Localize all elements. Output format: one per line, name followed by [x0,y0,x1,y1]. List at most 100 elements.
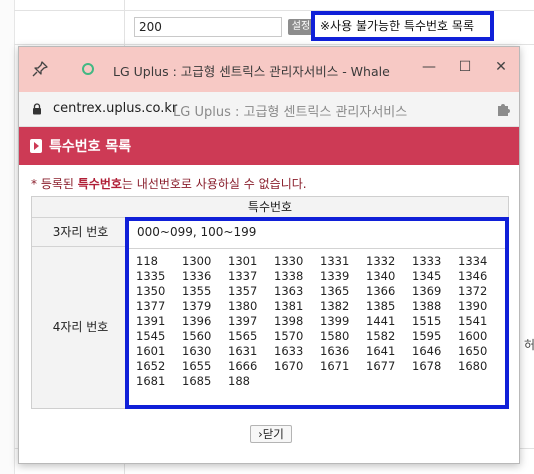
special-number-item: 1580 [320,329,350,343]
dialog-header: 특수번호 목록 [19,127,519,165]
background-left-strip [0,0,15,474]
special-number-item: 1671 [320,359,350,373]
special-number-item: 1630 [182,344,212,358]
dialog-title: 특수번호 목록 [49,139,132,155]
minimize-button[interactable]: — [417,55,441,79]
special-number-item: 1441 [366,314,396,328]
row-label-3digit: 3자리 번호 [32,218,130,247]
special-number-item: 1545 [136,329,166,343]
special-number-item: 1300 [182,254,212,268]
table-header: 특수번호 [32,197,508,218]
special-number-item: 1681 [136,374,166,388]
special-number-item: 1339 [320,269,350,283]
row-3digit-values: 000~099, 100~199 [137,225,257,239]
popup-window: LG Uplus : 고급형 센트릭스 관리자서비스 - Whale — ☐ ✕… [18,46,520,464]
address-bar[interactable]: centrex.uplus.co.kr LG Uplus : 고급형 센트릭스 … [19,92,519,127]
special-number-item: 1655 [182,359,212,373]
extension-puzzle-icon[interactable] [495,101,511,117]
special-number-item: 1330 [274,254,304,268]
special-number-item: 1382 [320,299,350,313]
notice-prefix: * 등록된 [31,177,78,191]
special-number-item: 1399 [320,314,350,328]
close-button[interactable]: ›닫기 [250,425,292,443]
address-host: centrex.uplus.co.kr [53,101,178,116]
special-number-item: 1337 [228,269,258,283]
special-number-item: 1652 [136,359,166,373]
notice-suffix: 는 내선번호로 사용하실 수 없습니다. [121,177,307,191]
lock-icon [33,103,41,115]
pin-icon[interactable] [31,60,49,78]
special-number-item: 1338 [274,269,304,283]
row-label-4digit: 4자리 번호 [32,247,130,408]
special-number-item: 1565 [228,329,258,343]
special-number-item: 1381 [274,299,304,313]
special-number-item: 1379 [182,299,212,313]
special-number-item: 1636 [320,344,350,358]
special-number-item: 1369 [412,284,442,298]
special-number-item: 1396 [182,314,212,328]
special-number-item: 1666 [228,359,258,373]
special-number-item: 1670 [274,359,304,373]
special-number-item: 1633 [274,344,304,358]
maximize-button[interactable]: ☐ [453,55,477,79]
arrow-box-icon [30,139,42,153]
special-number-item: 1372 [458,284,488,298]
special-number-item: 1333 [412,254,442,268]
special-number-item: 1398 [274,314,304,328]
special-number-item: 1335 [136,269,166,283]
background-side-text: 허 [524,338,534,352]
special-number-item: 1570 [274,329,304,343]
special-number-item: 1340 [366,269,396,283]
whale-logo-icon [82,63,94,75]
special-number-item: 1678 [412,359,442,373]
special-number-item: 1331 [320,254,350,268]
special-number-item: 1685 [182,374,212,388]
special-number-item: 1677 [366,359,396,373]
special-number-item: 1346 [458,269,488,283]
special-number-item: 1377 [136,299,166,313]
notice-bold: 특수번호 [77,177,122,191]
window-titlebar[interactable]: LG Uplus : 고급형 센트릭스 관리자서비스 - Whale — ☐ ✕ [19,47,519,92]
special-number-item: 1334 [458,254,488,268]
window-title: LG Uplus : 고급형 센트릭스 관리자서비스 - Whale [113,64,390,79]
special-number-item: 1355 [182,284,212,298]
special-numbers-link[interactable]: ※사용 불가능한 특수번호 목록 [311,11,494,41]
special-number-item: 1390 [458,299,488,313]
special-number-item: 1385 [366,299,396,313]
special-number-item: 1345 [412,269,442,283]
special-number-item: 188 [228,374,250,388]
close-window-button[interactable]: ✕ [489,55,513,79]
special-number-item: 1365 [320,284,350,298]
row-4digit-values: 118 1300 1301 1330 1331 1332 1333 1334 1335 1336 1… [136,254,504,389]
special-number-item: 118 [136,254,158,268]
special-number-item: 1366 [366,284,396,298]
special-number-item: 1515 [412,314,442,328]
special-number-item: 1560 [182,329,212,343]
special-number-item: 1631 [228,344,258,358]
special-numbers-highlight: 000~099, 100~199 118 1300 1301 1330 1331 1332… [125,217,509,409]
special-number-item: 1541 [458,314,488,328]
background-row-line [14,44,534,45]
row-divider [129,248,505,249]
special-number-item: 1380 [228,299,258,313]
special-number-item: 1650 [458,344,488,358]
special-number-item: 1595 [412,329,442,343]
special-number-item: 1582 [366,329,396,343]
special-number-item: 1641 [366,344,396,358]
special-number-item: 1332 [366,254,396,268]
special-number-item: 1388 [412,299,442,313]
special-number-item: 1350 [136,284,166,298]
notice-text: * 등록된 특수번호는 내선번호로 사용하실 수 없습니다. [31,175,307,192]
special-number-item: 1357 [228,284,258,298]
special-number-item: 1646 [412,344,442,358]
special-number-item: 1397 [228,314,258,328]
special-number-item: 1391 [136,314,166,328]
extension-range-input[interactable]: 200 [134,17,282,37]
special-number-item: 1301 [228,254,258,268]
special-number-item: 1363 [274,284,304,298]
address-page-title: LG Uplus : 고급형 센트릭스 관리자서비스 [173,105,408,120]
special-number-item: 1680 [458,359,488,373]
special-number-item: 1336 [182,269,212,283]
special-number-item: 1601 [136,344,166,358]
special-number-item: 1600 [458,329,488,343]
